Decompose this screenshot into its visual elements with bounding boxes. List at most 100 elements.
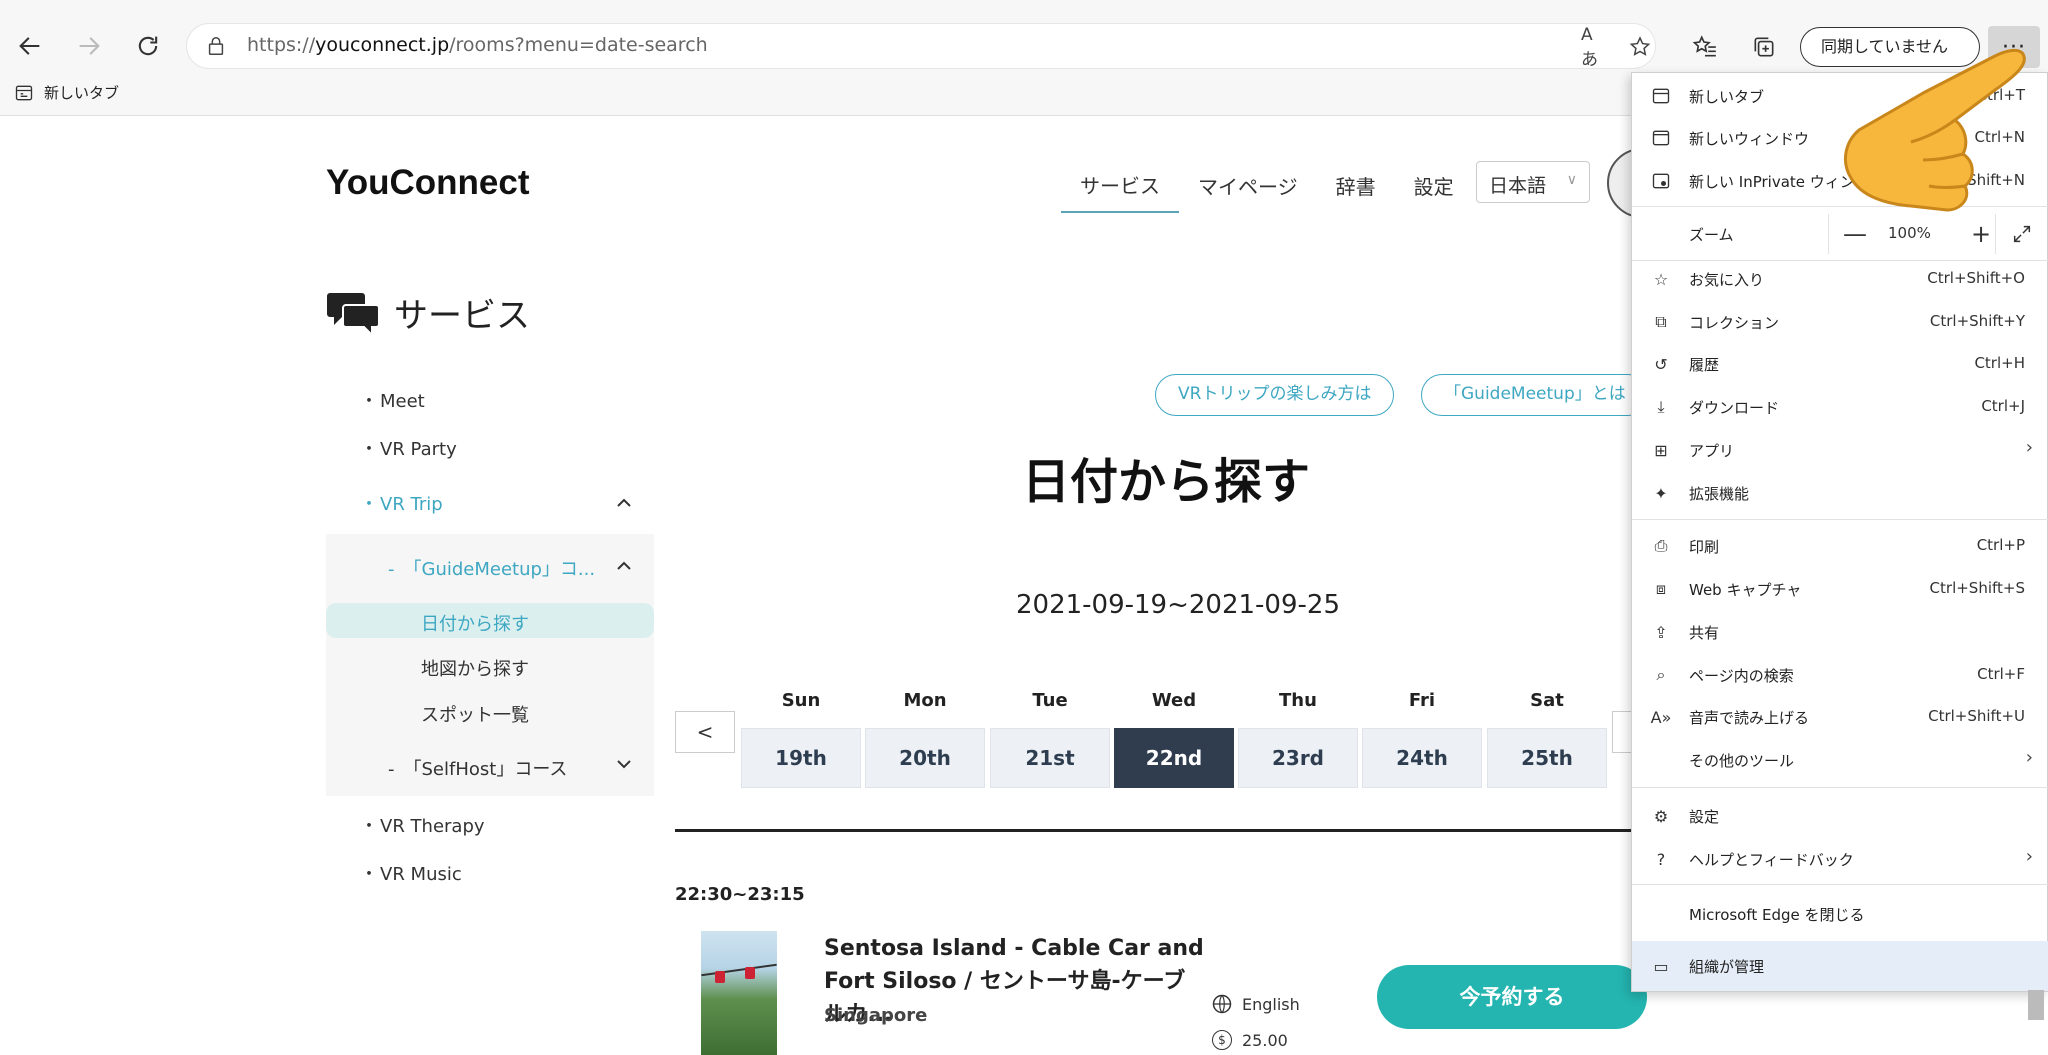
menu-item-label: Microsoft Edge を閉じる xyxy=(1689,906,1865,924)
previous-week-button[interactable]: < xyxy=(675,711,735,753)
printer-icon: ⎙ xyxy=(1654,536,1668,555)
menu-item-label: 共有 xyxy=(1689,624,1720,642)
menu-print[interactable]: ⎙ 印刷 Ctrl+P xyxy=(1632,525,2048,567)
menu-item-shortcut: Ctrl+P xyxy=(1976,536,2025,554)
menu-share[interactable]: ⇪ 共有 xyxy=(1632,611,2048,653)
menu-item-shortcut: Ctrl+J xyxy=(1981,397,2025,415)
language-value: 日本語 xyxy=(1489,175,1547,197)
chevron-up-icon[interactable] xyxy=(615,557,633,575)
tour-language-value: English xyxy=(1242,994,1300,1014)
tour-price: $ 25.00 xyxy=(1212,1030,1288,1050)
gear-icon: ⚙ xyxy=(1653,806,1669,826)
tour-thumbnail[interactable] xyxy=(701,931,777,1055)
sidebar-item-vr-party[interactable]: ・ VR Party xyxy=(360,435,457,461)
cable-car xyxy=(715,971,725,983)
bullet: ・ xyxy=(360,816,378,837)
url-prefix: https:// xyxy=(247,34,316,56)
menu-collections[interactable]: ⧉ コレクション Ctrl+Shift+Y xyxy=(1632,301,2048,343)
menu-favorites[interactable]: ☆ お気に入り Ctrl+Shift+O xyxy=(1632,258,2048,300)
book-now-button[interactable]: 今予約する xyxy=(1377,965,1647,1029)
chat-bubbles-icon xyxy=(327,292,380,337)
lock-icon xyxy=(208,37,224,55)
find-icon: ⌕ xyxy=(1656,665,1666,684)
sidebar-item-label: VR Trip xyxy=(380,494,443,515)
menu-item-label: 拡張機能 xyxy=(1689,485,1750,503)
url-text[interactable]: https://youconnect.jp/rooms?menu=date-se… xyxy=(247,34,708,56)
menu-web-capture[interactable]: ⧈ Web キャプチャ Ctrl+Shift+S xyxy=(1632,568,2048,610)
week-date-range: 2021-09-19~2021-09-25 xyxy=(1016,590,1340,620)
menu-separator xyxy=(1632,884,2048,885)
day-of-week: Fri xyxy=(1408,690,1436,711)
scrollbar-thumb[interactable] xyxy=(2028,990,2044,1020)
nav-services[interactable]: サービス xyxy=(1061,162,1179,213)
add-favorite-icon[interactable] xyxy=(1627,34,1653,60)
nav-settings[interactable]: 設定 xyxy=(1395,163,1473,212)
favorites-icon[interactable] xyxy=(1688,30,1722,64)
sidebar-item-vr-trip[interactable]: ・ VR Trip xyxy=(360,490,443,516)
sidebar-item-spot-list[interactable]: スポット一覧 xyxy=(421,701,529,727)
menu-item-label: その他のツール xyxy=(1689,752,1795,770)
date-cell[interactable]: 21st xyxy=(990,728,1110,788)
sidebar-item-guide-meetup[interactable]: - 「GuideMeetup」コ... xyxy=(388,555,595,581)
download-icon: ⤓ xyxy=(1657,397,1665,416)
section-title: サービス xyxy=(326,288,530,337)
date-cell[interactable]: 23rd xyxy=(1238,728,1358,788)
sidebar-item-vr-music[interactable]: ・ VR Music xyxy=(360,860,462,886)
zoom-label: ズーム xyxy=(1689,226,1734,244)
favorite-new-tab[interactable]: 新しいタブ xyxy=(14,82,119,103)
tour-language: English xyxy=(1212,994,1300,1014)
menu-close-edge[interactable]: Microsoft Edge を閉じる xyxy=(1632,893,2048,935)
menu-history[interactable]: ↺ 履歴 Ctrl+H xyxy=(1632,343,2048,385)
about-guide-meetup-button[interactable]: 「GuideMeetup」とは xyxy=(1421,374,1649,416)
nav-dictionary[interactable]: 辞書 xyxy=(1317,163,1395,212)
read-aloud-icon[interactable]: Aあ xyxy=(1581,25,1607,70)
favorites-icon: ☆ xyxy=(1653,269,1669,289)
sidebar-item-vr-therapy[interactable]: ・ VR Therapy xyxy=(360,812,485,838)
forward-button[interactable] xyxy=(67,24,111,68)
back-button[interactable] xyxy=(8,24,52,68)
time-slot-label: 22:30~23:15 xyxy=(675,884,805,905)
menu-managed-by-org[interactable]: ▭ 組織が管理 xyxy=(1632,941,2048,991)
menu-item-label: 組織が管理 xyxy=(1689,958,1765,976)
menu-settings[interactable]: ⚙ 設定 xyxy=(1632,795,2048,837)
date-cell[interactable]: 24th xyxy=(1362,728,1482,788)
collections-icon[interactable] xyxy=(1747,30,1781,64)
menu-help-feedback[interactable]: ? ヘルプとフィードバック › xyxy=(1632,838,2048,880)
address-bar[interactable]: https://youconnect.jp/rooms?menu=date-se… xyxy=(186,23,1656,70)
web-capture-icon: ⧈ xyxy=(1655,579,1667,598)
site-logo[interactable]: YouConnect xyxy=(326,163,530,203)
sidebar-item-self-host[interactable]: - 「SelfHost」コース xyxy=(388,755,567,781)
menu-more-tools[interactable]: その他のツール › xyxy=(1632,739,2048,781)
menu-separator xyxy=(1632,519,2048,520)
day-column-tue: Tue 21st xyxy=(990,690,1110,788)
sidebar-item-map-search[interactable]: 地図から探す xyxy=(421,655,529,681)
menu-apps[interactable]: ⊞ アプリ › xyxy=(1632,429,2048,471)
chevron-up-icon[interactable] xyxy=(615,494,633,512)
nav-mypage[interactable]: マイページ xyxy=(1179,163,1317,212)
chevron-down-icon[interactable] xyxy=(615,755,633,773)
day-of-week: Wed xyxy=(1151,690,1197,711)
menu-find-on-page[interactable]: ⌕ ページ内の検索 Ctrl+F xyxy=(1632,654,2048,696)
day-column-fri: Fri 24th xyxy=(1362,690,1482,788)
how-to-enjoy-vr-trip-button[interactable]: VRトリップの楽しみ方は xyxy=(1155,374,1395,416)
menu-item-shortcut: Ctrl+H xyxy=(1974,354,2025,372)
inprivate-icon xyxy=(1650,170,1672,192)
back-arrow-icon xyxy=(19,37,40,55)
menu-extensions[interactable]: ✦ 拡張機能 xyxy=(1632,472,2048,514)
refresh-button[interactable] xyxy=(126,24,170,68)
next-week-button[interactable] xyxy=(1612,711,1632,753)
day-column-thu: Thu 23rd xyxy=(1238,690,1358,788)
language-select[interactable]: 日本語 ∨ xyxy=(1476,161,1590,203)
date-cell[interactable]: 19th xyxy=(741,728,861,788)
url-domain: youconnect.jp xyxy=(315,34,450,56)
sidebar-item-date-search[interactable]: 日付から探す xyxy=(421,610,529,636)
sidebar-item-meet[interactable]: ・ Meet xyxy=(360,387,425,413)
date-cell[interactable]: 25th xyxy=(1487,728,1607,788)
menu-read-aloud[interactable]: A» 音声で読み上げる Ctrl+Shift+U xyxy=(1632,696,2048,738)
day-column-wed: Wed 22nd xyxy=(1114,690,1234,788)
menu-downloads[interactable]: ⤓ ダウンロード Ctrl+J xyxy=(1632,386,2048,428)
date-cell[interactable]: 20th xyxy=(865,728,985,788)
menu-item-shortcut: Ctrl+Shift+Y xyxy=(1929,312,2025,330)
date-cell-selected[interactable]: 22nd xyxy=(1114,728,1234,788)
section-title-text: サービス xyxy=(394,296,530,336)
